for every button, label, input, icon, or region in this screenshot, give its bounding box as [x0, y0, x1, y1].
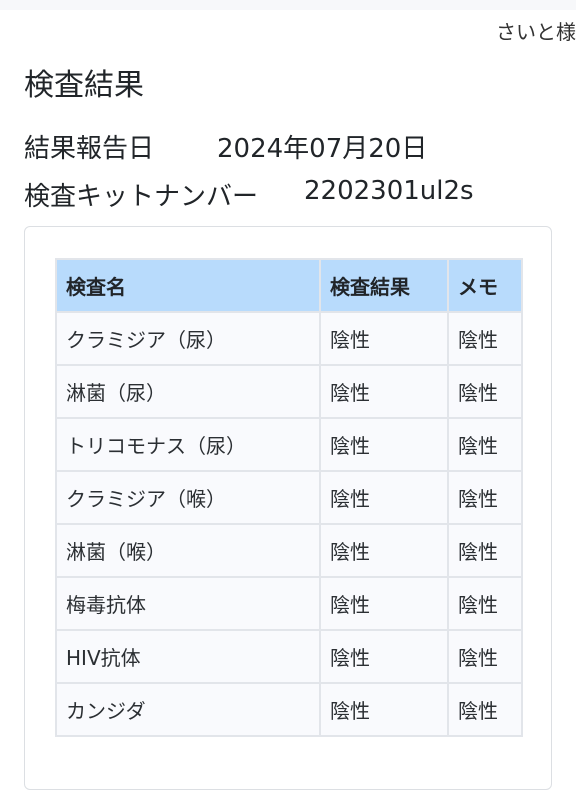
- test-name-cell: トリコモナス（尿）: [55, 417, 321, 472]
- column-header-result: 検査結果: [319, 258, 449, 313]
- test-name-cell: HIV抗体: [55, 629, 321, 684]
- test-name-cell: クラミジア（喉）: [55, 470, 321, 525]
- table-row: カンジダ 陰性 陰性: [55, 682, 523, 737]
- result-cell: 陰性: [319, 417, 449, 472]
- memo-cell: 陰性: [447, 523, 523, 578]
- table-row: HIV抗体 陰性 陰性: [55, 629, 523, 684]
- table-row: 淋菌（尿） 陰性 陰性: [55, 364, 523, 419]
- table-header-row: 検査名 検査結果 メモ: [55, 258, 523, 313]
- column-header-memo: メモ: [447, 258, 523, 313]
- table-row: トリコモナス（尿） 陰性 陰性: [55, 417, 523, 472]
- memo-cell: 陰性: [447, 629, 523, 684]
- top-bar: [0, 0, 576, 10]
- memo-cell: 陰性: [447, 682, 523, 737]
- result-cell: 陰性: [319, 311, 449, 366]
- memo-cell: 陰性: [447, 417, 523, 472]
- result-cell: 陰性: [319, 523, 449, 578]
- user-name: さいと様: [496, 20, 576, 44]
- result-cell: 陰性: [319, 576, 449, 631]
- kit-number-label: 検査キットナンバー: [24, 182, 259, 212]
- table-row: クラミジア（尿） 陰性 陰性: [55, 311, 523, 366]
- results-table: 検査名 検査結果 メモ クラミジア（尿） 陰性 陰性 淋菌（尿） 陰性 陰性 ト…: [55, 258, 523, 737]
- test-name-cell: 梅毒抗体: [55, 576, 321, 631]
- memo-cell: 陰性: [447, 311, 523, 366]
- memo-cell: 陰性: [447, 576, 523, 631]
- memo-cell: 陰性: [447, 364, 523, 419]
- page-title: 検査結果: [24, 68, 144, 103]
- result-cell: 陰性: [319, 470, 449, 525]
- kit-number-value: 2202301ul2s: [304, 176, 474, 206]
- table-row: 淋菌（喉） 陰性 陰性: [55, 523, 523, 578]
- report-date-value: 2024年07月20日: [217, 134, 428, 164]
- result-cell: 陰性: [319, 364, 449, 419]
- kit-number-row: 検査キットナンバー 2202301ul2s: [24, 176, 474, 213]
- report-date-row: 結果報告日 2024年07月20日: [24, 128, 427, 165]
- result-cell: 陰性: [319, 629, 449, 684]
- memo-cell: 陰性: [447, 470, 523, 525]
- result-cell: 陰性: [319, 682, 449, 737]
- column-header-test-name: 検査名: [55, 258, 321, 313]
- test-name-cell: 淋菌（喉）: [55, 523, 321, 578]
- test-name-cell: 淋菌（尿）: [55, 364, 321, 419]
- table-row: クラミジア（喉） 陰性 陰性: [55, 470, 523, 525]
- table-row: 梅毒抗体 陰性 陰性: [55, 576, 523, 631]
- test-name-cell: カンジダ: [55, 682, 321, 737]
- test-name-cell: クラミジア（尿）: [55, 311, 321, 366]
- report-date-label: 結果報告日: [24, 134, 155, 164]
